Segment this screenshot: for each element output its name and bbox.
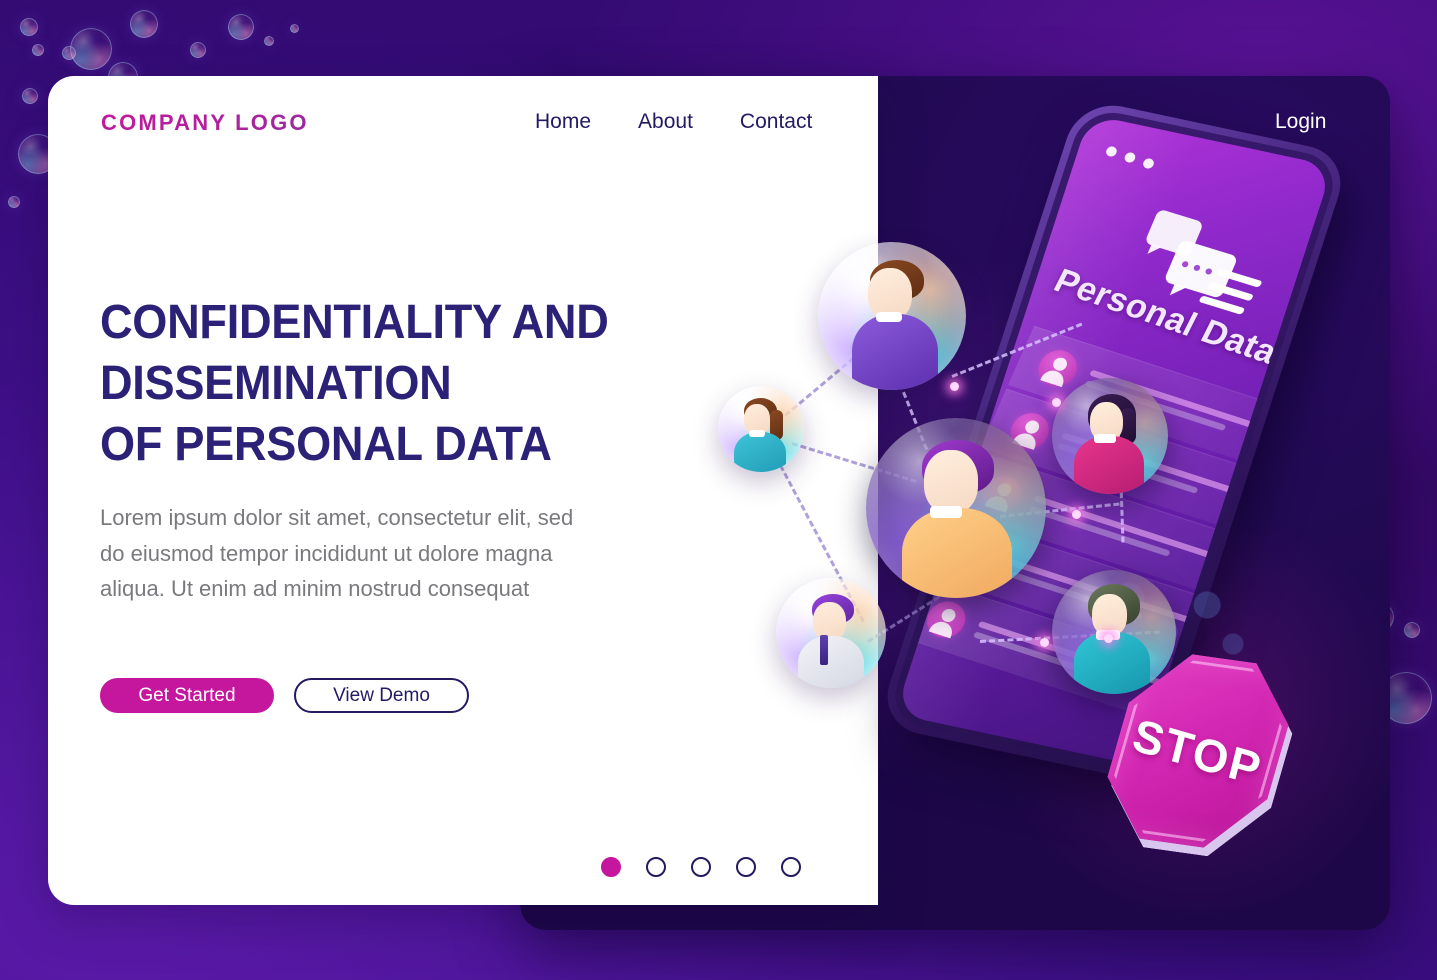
- body: [1074, 436, 1144, 494]
- nav-link-home[interactable]: Home: [535, 110, 591, 134]
- node-female-ponytail[interactable]: [718, 386, 804, 472]
- carousel-dot-2[interactable]: [646, 857, 666, 877]
- carousel-dot-4[interactable]: [736, 857, 756, 877]
- headline-line-1: CONFIDENTIALITY AND: [100, 296, 609, 349]
- carousel-dot-1[interactable]: [601, 857, 621, 877]
- background-bubble: [1404, 622, 1420, 638]
- network-link: [951, 322, 1083, 378]
- avatar: [718, 386, 804, 472]
- avatar: [1052, 378, 1168, 494]
- link-spark: [1040, 638, 1049, 647]
- background-bubble: [290, 24, 299, 33]
- company-logo[interactable]: COMPANY LOGO: [101, 110, 309, 136]
- headline-line-2: DISSEMINATION: [100, 356, 452, 410]
- body: [798, 636, 864, 688]
- hero-paragraph: Lorem ipsum dolor sit amet, consectetur …: [100, 505, 574, 602]
- login-link[interactable]: Login: [1275, 110, 1326, 134]
- background-bubble: [228, 14, 254, 40]
- get-started-button[interactable]: Get Started: [100, 678, 274, 713]
- carousel-dot-5[interactable]: [781, 857, 801, 877]
- link-spark: [1072, 510, 1081, 519]
- background-bubble: [8, 196, 20, 208]
- node-male-tie[interactable]: [776, 578, 886, 688]
- background-bubble: [62, 46, 76, 60]
- node-female-pink-shirt[interactable]: [1052, 378, 1168, 494]
- background-bubble: [190, 42, 206, 58]
- hero-button-row: Get Started View Demo: [100, 678, 469, 713]
- carousel-dots: [601, 857, 801, 877]
- collar: [749, 430, 765, 437]
- head: [924, 450, 978, 514]
- view-demo-button[interactable]: View Demo: [294, 678, 469, 713]
- headline-line-3: OF PERSONAL DATA: [100, 417, 552, 471]
- background-bubble: [20, 18, 38, 36]
- link-spark: [950, 382, 959, 391]
- background-bubble: [22, 88, 38, 104]
- node-person-orange-shirt[interactable]: [866, 418, 1046, 598]
- avatar: [776, 578, 886, 688]
- carousel-dot-3[interactable]: [691, 857, 711, 877]
- body: [902, 508, 1012, 598]
- collar: [930, 506, 962, 518]
- avatar-network: [700, 230, 1320, 730]
- background-bubble: [130, 10, 158, 38]
- body: [734, 432, 786, 472]
- avatar: [866, 418, 1046, 598]
- node-male-brown-hair[interactable]: [818, 242, 966, 390]
- page-title: CONFIDENTIALITY AND DISSEMINATION OF PER…: [100, 293, 664, 476]
- body: [852, 314, 938, 390]
- avatar: [818, 242, 966, 390]
- background-bubble: [264, 36, 274, 46]
- link-spark: [1052, 398, 1061, 407]
- background-bubble: [32, 44, 44, 56]
- collar: [820, 635, 828, 665]
- background-bubble: [70, 28, 112, 70]
- nav-link-about[interactable]: About: [638, 110, 693, 134]
- link-spark: [1104, 634, 1113, 643]
- landing-page-stage: COMPANY LOGO Home About Contact Login CO…: [0, 0, 1437, 980]
- collar: [1094, 434, 1116, 443]
- collar: [876, 312, 902, 322]
- main-navigation: Home About Contact: [535, 110, 812, 134]
- nav-link-contact[interactable]: Contact: [740, 110, 812, 134]
